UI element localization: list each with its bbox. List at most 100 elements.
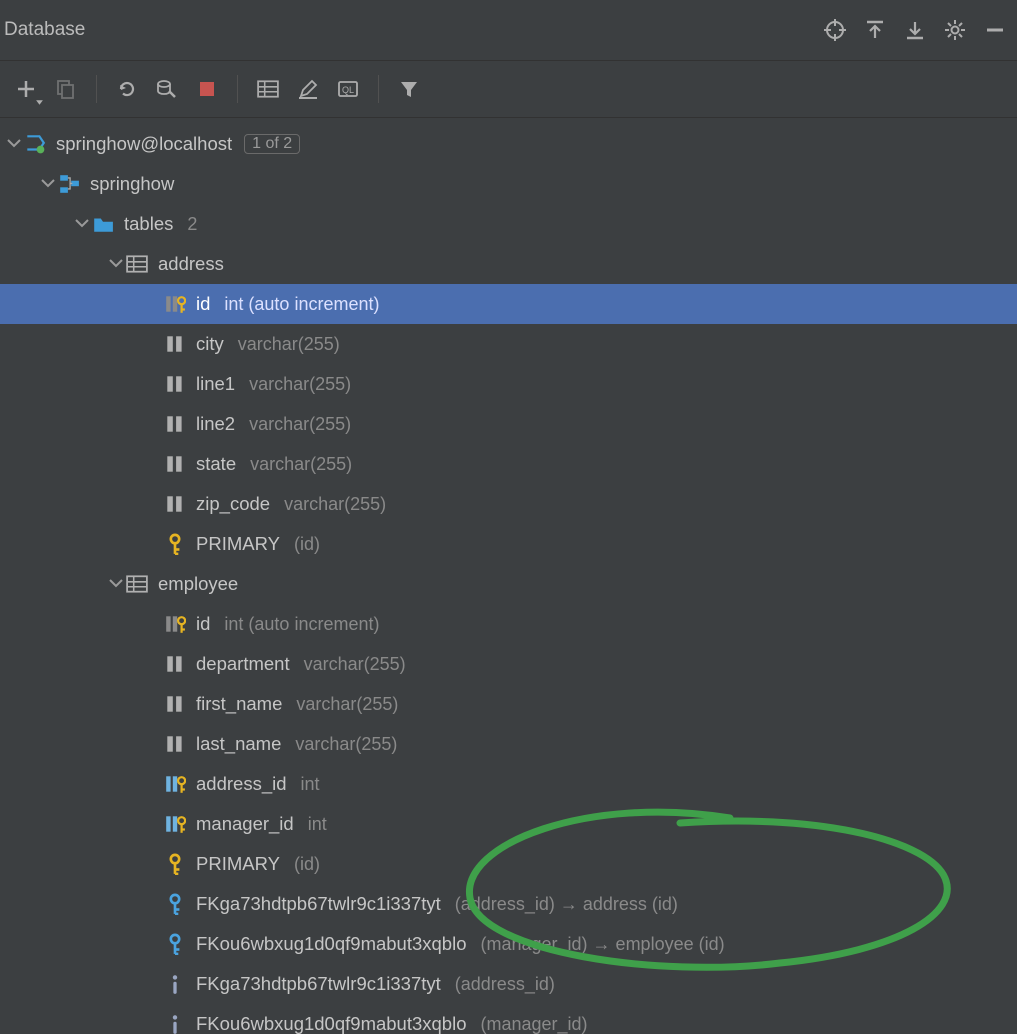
table-view-button[interactable] xyxy=(252,73,284,105)
duplicate-button xyxy=(50,73,82,105)
column-label: last_name xyxy=(196,733,281,755)
table-node-employee[interactable]: employee xyxy=(0,564,1017,604)
fk-detail: (address_id) → address (id) xyxy=(455,894,678,915)
column-node[interactable]: line1 varchar(255) xyxy=(0,364,1017,404)
column-type: varchar(255) xyxy=(304,654,406,675)
index-node[interactable]: FKga73hdtpb67twlr9c1i337tyt (address_id) xyxy=(0,964,1017,1004)
table-node-address[interactable]: address xyxy=(0,244,1017,284)
column-node[interactable]: department varchar(255) xyxy=(0,644,1017,684)
column-label: first_name xyxy=(196,693,282,715)
chevron-down-icon[interactable] xyxy=(108,256,124,272)
column-label: line1 xyxy=(196,373,235,395)
column-type: varchar(255) xyxy=(295,734,397,755)
column-icon xyxy=(164,493,186,515)
schema-icon xyxy=(58,173,80,195)
foreign-key-node[interactable]: FKou6wbxug1d0qf9mabut3xqblo (manager_id)… xyxy=(0,924,1017,964)
column-label: state xyxy=(196,453,236,475)
column-node[interactable]: zip_code varchar(255) xyxy=(0,484,1017,524)
column-fk-icon xyxy=(164,773,186,795)
column-node[interactable]: id int (auto increment) xyxy=(0,284,1017,324)
database-tree[interactable]: springhow@localhost 1 of 2 springhow tab… xyxy=(0,118,1017,1034)
column-label: city xyxy=(196,333,224,355)
column-fk-icon xyxy=(164,813,186,835)
primary-key-node[interactable]: PRIMARY (id) xyxy=(0,844,1017,884)
column-node[interactable]: line2 varchar(255) xyxy=(0,404,1017,444)
column-label: address_id xyxy=(196,773,287,795)
index-node[interactable]: FKou6wbxug1d0qf9mabut3xqblo (manager_id) xyxy=(0,1004,1017,1034)
column-label: id xyxy=(196,293,210,315)
open-console-button[interactable] xyxy=(332,73,364,105)
datasource-icon xyxy=(24,133,46,155)
column-icon xyxy=(164,653,186,675)
chevron-down-icon[interactable] xyxy=(40,176,56,192)
schema-node[interactable]: springhow xyxy=(0,164,1017,204)
primary-key-icon xyxy=(164,853,186,875)
fk-detail: (manager_id) → employee (id) xyxy=(481,934,725,955)
titlebar: Database xyxy=(0,0,1017,61)
chevron-down-icon[interactable] xyxy=(6,136,22,152)
table-label: employee xyxy=(158,573,238,595)
chevron-down-icon[interactable] xyxy=(108,576,124,592)
column-type: varchar(255) xyxy=(249,374,351,395)
index-label: FKga73hdtpb67twlr9c1i337tyt xyxy=(196,973,441,995)
collapse-all-icon[interactable] xyxy=(863,18,887,42)
column-node[interactable]: manager_id int xyxy=(0,804,1017,844)
titlebar-actions xyxy=(823,18,1007,42)
toolbar xyxy=(0,61,1017,118)
column-icon xyxy=(164,333,186,355)
datasource-node[interactable]: springhow@localhost 1 of 2 xyxy=(0,124,1017,164)
datasource-label: springhow@localhost xyxy=(56,133,232,155)
column-label: line2 xyxy=(196,413,235,435)
tables-count: 2 xyxy=(187,214,197,235)
index-icon xyxy=(164,973,186,995)
stop-button[interactable] xyxy=(191,73,223,105)
column-icon xyxy=(164,733,186,755)
pk-label: PRIMARY xyxy=(196,533,280,555)
column-type: int (auto increment) xyxy=(224,294,379,315)
separator xyxy=(378,75,379,103)
column-icon xyxy=(164,373,186,395)
column-node[interactable]: state varchar(255) xyxy=(0,444,1017,484)
manage-datasources-button[interactable] xyxy=(151,73,183,105)
foreign-key-icon xyxy=(164,893,186,915)
column-type: int xyxy=(301,774,320,795)
refresh-button[interactable] xyxy=(111,73,143,105)
tables-group-node[interactable]: tables 2 xyxy=(0,204,1017,244)
column-node[interactable]: id int (auto increment) xyxy=(0,604,1017,644)
settings-icon[interactable] xyxy=(943,18,967,42)
table-icon xyxy=(126,253,148,275)
primary-key-icon xyxy=(164,533,186,555)
hide-panel-icon[interactable] xyxy=(983,18,1007,42)
column-label: department xyxy=(196,653,290,675)
edit-button[interactable] xyxy=(292,73,324,105)
separator xyxy=(96,75,97,103)
index-detail: (manager_id) xyxy=(481,1014,588,1034)
column-type: int xyxy=(308,814,327,835)
add-button[interactable] xyxy=(10,73,42,105)
column-type: int (auto increment) xyxy=(224,614,379,635)
column-type: varchar(255) xyxy=(296,694,398,715)
filter-button[interactable] xyxy=(393,73,425,105)
expand-all-icon[interactable] xyxy=(903,18,927,42)
folder-icon xyxy=(92,213,114,235)
column-node[interactable]: city varchar(255) xyxy=(0,324,1017,364)
column-node[interactable]: first_name varchar(255) xyxy=(0,684,1017,724)
pk-label: PRIMARY xyxy=(196,853,280,875)
locate-icon[interactable] xyxy=(823,18,847,42)
column-pk-icon xyxy=(164,293,186,315)
chevron-down-icon[interactable] xyxy=(74,216,90,232)
table-icon xyxy=(126,573,148,595)
column-node[interactable]: last_name varchar(255) xyxy=(0,724,1017,764)
fk-label: FKga73hdtpb67twlr9c1i337tyt xyxy=(196,893,441,915)
datasource-badge: 1 of 2 xyxy=(244,134,300,154)
schema-label: springhow xyxy=(90,173,174,195)
pk-detail: (id) xyxy=(294,854,320,875)
index-icon xyxy=(164,1013,186,1034)
primary-key-node[interactable]: PRIMARY (id) xyxy=(0,524,1017,564)
panel-title: Database xyxy=(4,19,85,41)
column-type: varchar(255) xyxy=(238,334,340,355)
column-type: varchar(255) xyxy=(250,454,352,475)
column-icon xyxy=(164,453,186,475)
column-node[interactable]: address_id int xyxy=(0,764,1017,804)
foreign-key-node[interactable]: FKga73hdtpb67twlr9c1i337tyt (address_id)… xyxy=(0,884,1017,924)
